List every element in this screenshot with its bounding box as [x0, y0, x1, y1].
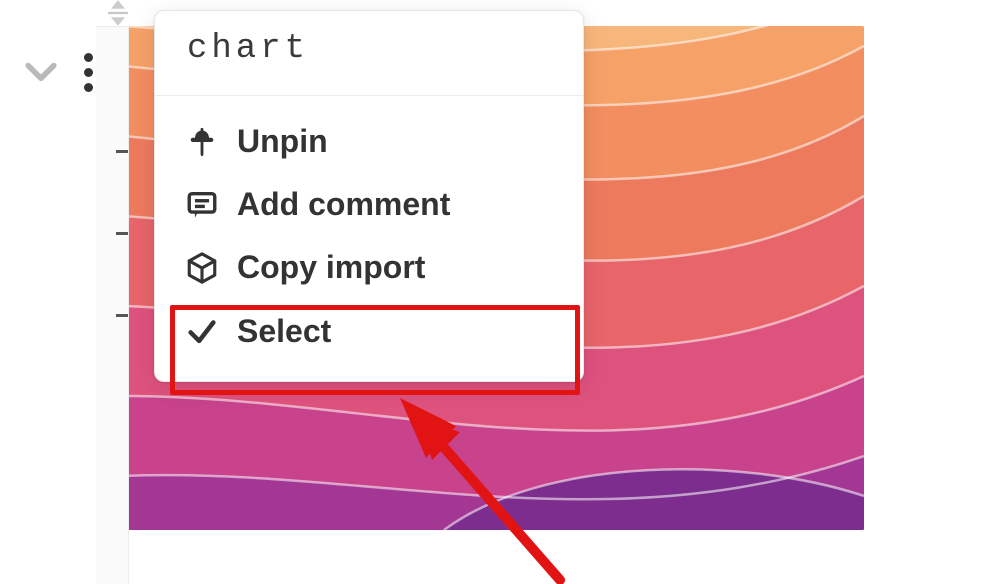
menu-item-select[interactable]: Select: [155, 300, 583, 363]
menu-item-unpin[interactable]: Unpin: [155, 110, 583, 173]
pin-icon: [185, 125, 219, 159]
menu-item-label: Copy import: [237, 250, 425, 285]
cell-name-input[interactable]: [185, 29, 557, 69]
menu-items: Unpin Add comment: [155, 96, 583, 381]
menu-item-label: Unpin: [237, 124, 328, 159]
axis-tick: [116, 232, 128, 235]
comment-icon: [185, 188, 219, 222]
package-icon: [185, 251, 219, 285]
collapse-vertical-icon[interactable]: [98, 0, 138, 30]
cell-gutter: [96, 26, 129, 584]
menu-item-copy-import[interactable]: Copy import: [155, 236, 583, 299]
axis-tick: [116, 150, 128, 153]
menu-item-label: Select: [237, 314, 331, 349]
cell-context-menu: Unpin Add comment: [154, 10, 584, 382]
chevron-down-icon[interactable]: [18, 48, 64, 94]
menu-item-label: Add comment: [237, 187, 450, 222]
cell-menu-trigger[interactable]: [76, 44, 100, 100]
menu-search-row: [155, 11, 583, 95]
menu-item-add-comment[interactable]: Add comment: [155, 173, 583, 236]
axis-tick: [116, 314, 128, 317]
check-icon: [185, 314, 219, 348]
